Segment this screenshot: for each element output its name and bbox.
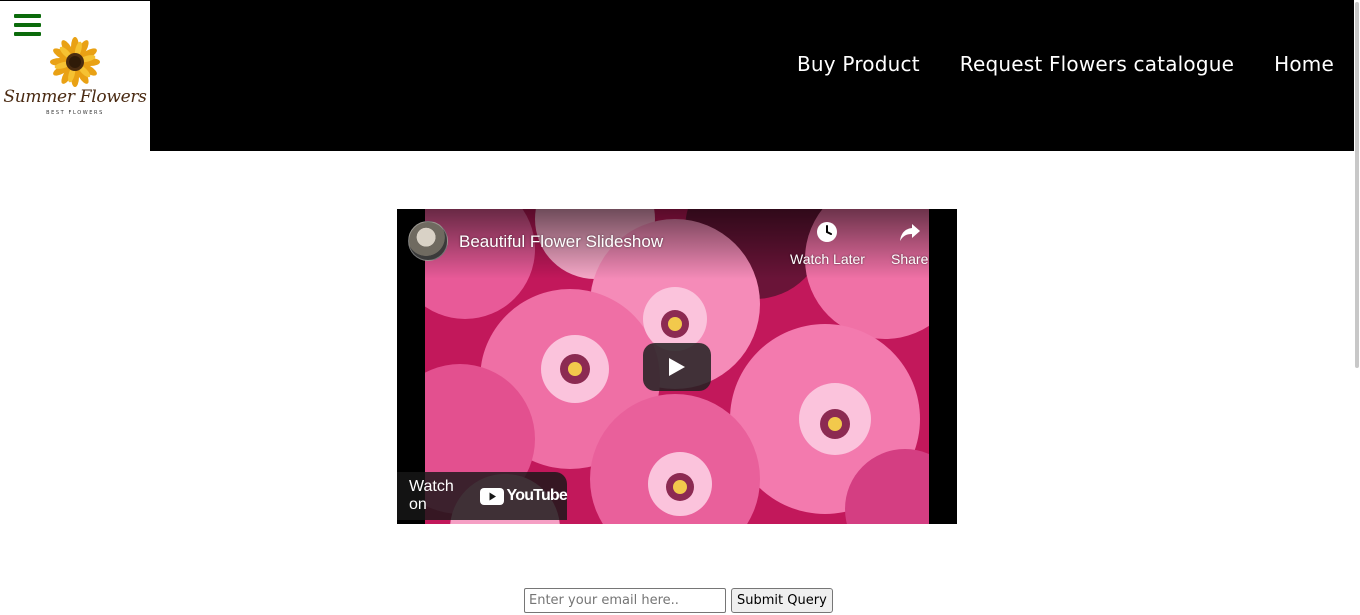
play-icon — [669, 358, 685, 376]
brand-logo-area: Summer Flowers BEST FLOWERS — [0, 0, 150, 151]
top-navbar: Buy Product Request Flowers catalogue Ho… — [150, 0, 1354, 151]
brand-name: Summer Flowers — [3, 87, 147, 107]
youtube-play-icon — [479, 487, 504, 505]
youtube-logo: YouTube — [479, 487, 568, 505]
email-input[interactable] — [524, 588, 726, 613]
share-arrow-icon — [898, 220, 922, 247]
watch-later-label: Watch Later — [790, 251, 865, 267]
nav-links: Buy Product Request Flowers catalogue Ho… — [797, 52, 1334, 76]
youtube-video-embed[interactable]: Beautiful Flower Slideshow Watch Later S… — [397, 209, 957, 524]
nav-request-catalogue[interactable]: Request Flowers catalogue — [960, 52, 1234, 76]
share-label: Share — [891, 251, 929, 267]
share-button[interactable]: Share — [891, 220, 928, 267]
video-title[interactable]: Beautiful Flower Slideshow — [459, 232, 663, 252]
page-scrollbar[interactable] — [1355, 2, 1359, 368]
hamburger-menu-icon[interactable] — [14, 14, 41, 36]
channel-avatar[interactable] — [408, 221, 448, 261]
nav-home[interactable]: Home — [1274, 52, 1334, 76]
sunflower-icon — [50, 37, 100, 91]
watch-later-button[interactable]: Watch Later — [790, 220, 865, 267]
brand-tagline: BEST FLOWERS — [46, 110, 104, 116]
newsletter-form: Submit Query — [524, 588, 833, 613]
watch-on-youtube-button[interactable]: Watch on YouTube — [397, 472, 568, 520]
clock-icon — [815, 220, 839, 247]
youtube-wordmark: YouTube — [506, 487, 568, 504]
submit-query-button[interactable]: Submit Query — [731, 588, 833, 613]
nav-buy-product[interactable]: Buy Product — [797, 52, 920, 76]
play-button[interactable] — [643, 343, 711, 391]
watch-on-label: Watch on — [409, 478, 454, 513]
